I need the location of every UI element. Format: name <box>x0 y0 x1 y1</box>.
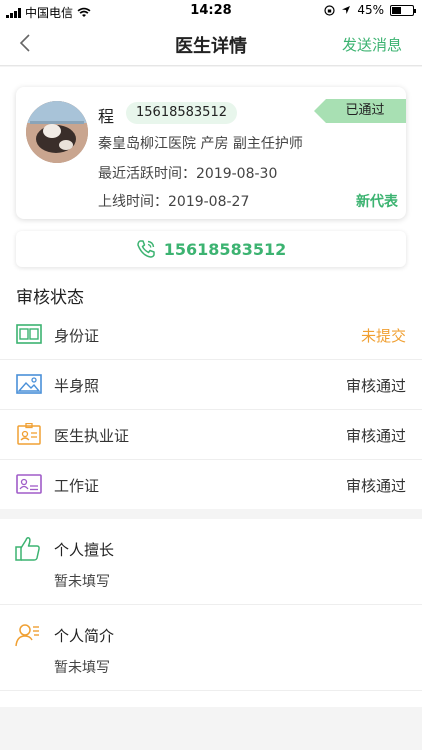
person-profile-icon <box>15 624 39 647</box>
phone-badge: 15618583512 <box>126 102 237 124</box>
call-phone-button[interactable]: 15618583512 <box>16 231 406 267</box>
review-row-half-photo[interactable]: 半身照 审核通过 <box>0 360 422 410</box>
avatar <box>26 101 88 163</box>
phone-icon <box>137 240 155 258</box>
review-row-license[interactable]: 医生执业证 审核通过 <box>0 410 422 460</box>
online-time: 上线时间：2019-08-27 <box>98 194 250 210</box>
status-bar: 中国电信 14:28 45% <box>0 0 422 22</box>
review-label: 工作证 <box>54 477 100 495</box>
work-card-icon <box>16 474 42 494</box>
nav-bar: 医生详情 发送消息 <box>0 22 422 66</box>
id-card-icon <box>16 324 42 344</box>
review-label: 身份证 <box>54 327 100 345</box>
photo-icon <box>16 374 42 394</box>
specialty-row[interactable]: 个人擅长 暂未填写 <box>0 519 422 605</box>
review-status: 未提交 <box>360 327 406 345</box>
send-message-button[interactable]: 发送消息 <box>342 34 402 55</box>
detail-label: 个人擅长 <box>54 541 115 559</box>
status-badge: 已通过 <box>314 99 406 123</box>
battery-icon <box>390 4 416 16</box>
review-section-title: 审核状态 <box>16 288 84 308</box>
thumbs-up-icon <box>15 537 40 561</box>
intro-row[interactable]: 个人简介 暂未填写 <box>0 605 422 691</box>
battery-percent: 45% <box>357 3 384 17</box>
detail-label: 个人简介 <box>54 627 115 645</box>
bottom-spacer <box>0 707 422 750</box>
section-divider <box>0 509 422 519</box>
review-row-work-card[interactable]: 工作证 审核通过 <box>0 460 422 510</box>
review-row-id-card[interactable]: 身份证 未提交 <box>0 310 422 360</box>
last-active-time: 最近活跃时间：2019-08-30 <box>98 166 278 182</box>
review-status: 审核通过 <box>345 477 406 495</box>
new-rep-tag: 新代表 <box>356 194 398 210</box>
detail-value: 暂未填写 <box>54 574 110 590</box>
doctor-profile-card: 程 15618583512 已通过 秦皇岛柳江医院 产房 副主任护师 最近活跃时… <box>16 87 406 219</box>
review-status: 审核通过 <box>345 427 406 445</box>
review-label: 半身照 <box>54 377 100 395</box>
review-label: 医生执业证 <box>54 427 130 445</box>
detail-value: 暂未填写 <box>54 660 110 676</box>
doctor-name: 程 <box>98 107 115 126</box>
orientation-lock-icon <box>324 4 335 16</box>
location-icon <box>342 6 351 14</box>
review-status: 审核通过 <box>345 377 406 395</box>
call-phone-number: 15618583512 <box>163 239 287 259</box>
main-content: 程 15618583512 已通过 秦皇岛柳江医院 产房 副主任护师 最近活跃时… <box>0 67 422 750</box>
badge-icon <box>17 423 41 445</box>
hospital-info: 秦皇岛柳江医院 产房 副主任护师 <box>98 136 303 152</box>
